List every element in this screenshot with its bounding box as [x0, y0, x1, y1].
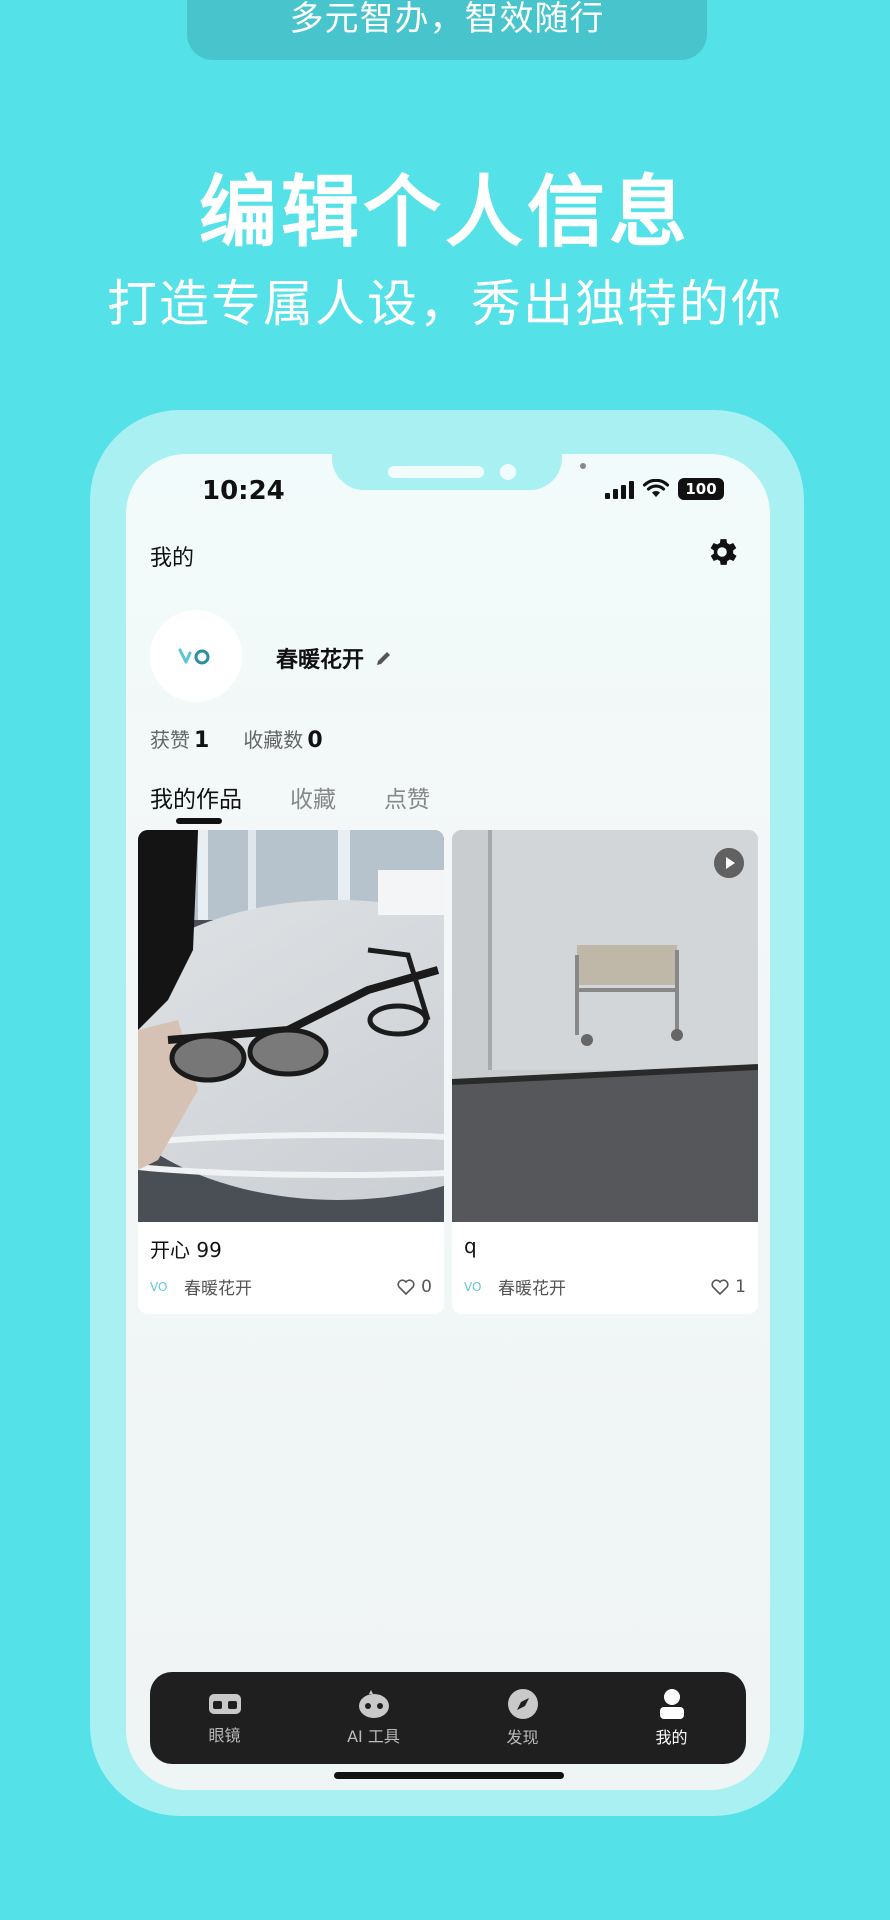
heart-icon — [711, 1278, 729, 1295]
work-thumbnail — [452, 830, 758, 1222]
nav-item-discover[interactable]: 发现 — [448, 1672, 597, 1764]
work-thumbnail — [138, 830, 444, 1222]
page-title: 我的 — [150, 546, 195, 571]
app-logo-icon — [178, 648, 210, 665]
bottom-navbar: 眼镜 AI 工具 发现 我的 — [150, 1672, 746, 1764]
promo-headline: 编辑个人信息 — [198, 168, 691, 258]
work-card[interactable]: q VO 春暖花开 1 — [452, 830, 758, 1314]
username-text: 春暖花开 — [276, 648, 365, 673]
tab-liked[interactable]: 点赞 — [384, 780, 430, 814]
top-banner-pill: 多元智办，智效随行 — [187, 0, 707, 60]
signal-icon — [605, 479, 634, 499]
like-button[interactable]: 1 — [711, 1277, 746, 1297]
work-meta: VO 春暖花开 1 — [464, 1274, 746, 1300]
home-indicator — [334, 1772, 564, 1779]
status-icons: 100 — [605, 478, 724, 500]
profile-stats: 获赞 1 收藏数 0 — [150, 724, 323, 753]
robot-icon — [358, 1690, 389, 1718]
like-count: 0 — [421, 1276, 432, 1297]
works-grid: 开心 99 VO 春暖花开 0 q VO 春暖花开 1 — [138, 830, 758, 1314]
work-author: 春暖花开 — [184, 1279, 252, 1299]
like-button[interactable]: 0 — [397, 1277, 432, 1297]
nav-item-glasses[interactable]: 眼镜 — [150, 1672, 299, 1764]
video-play-icon — [714, 848, 744, 878]
active-tab-indicator — [176, 818, 222, 824]
status-time: 10:24 — [202, 476, 285, 506]
work-title: 开心 99 — [150, 1238, 222, 1262]
work-meta: VO 春暖花开 0 — [150, 1274, 432, 1300]
promo-subheadline: 打造专属人设，秀出独特的你 — [107, 275, 783, 333]
glasses-icon — [208, 1694, 241, 1714]
nav-item-me[interactable]: 我的 — [597, 1672, 746, 1764]
nav-item-ai-tools[interactable]: AI 工具 — [299, 1672, 448, 1764]
battery-indicator: 100 — [678, 478, 724, 500]
compass-icon — [507, 1689, 538, 1719]
pencil-icon[interactable] — [374, 648, 394, 668]
tab-favorites[interactable]: 收藏 — [290, 780, 336, 814]
wifi-icon — [642, 479, 670, 497]
like-count: 1 — [735, 1276, 746, 1297]
heart-icon — [397, 1278, 415, 1295]
stat-favorites: 收藏数 0 — [243, 728, 323, 753]
stat-likes: 获赞 1 — [150, 728, 210, 753]
author-avatar: VO — [150, 1279, 168, 1294]
work-title: q — [464, 1234, 477, 1258]
work-author: 春暖花开 — [498, 1279, 566, 1299]
content-tabs: 我的作品 收藏 点赞 — [150, 780, 430, 814]
user-icon — [659, 1689, 684, 1719]
work-card[interactable]: 开心 99 VO 春暖花开 0 — [138, 830, 444, 1314]
username[interactable]: 春暖花开 — [276, 642, 394, 674]
author-avatar: VO — [464, 1279, 482, 1294]
phone-screen: 10:24 100 我的 春暖花开 获赞 1 收藏数 0 我的作品 收藏 点赞 … — [126, 454, 770, 1790]
tab-my-works[interactable]: 我的作品 — [150, 780, 242, 814]
gear-icon[interactable] — [704, 534, 740, 570]
avatar[interactable] — [150, 610, 242, 702]
phone-notch — [332, 454, 562, 490]
top-banner-text: 多元智办，智效随行 — [289, 0, 605, 39]
